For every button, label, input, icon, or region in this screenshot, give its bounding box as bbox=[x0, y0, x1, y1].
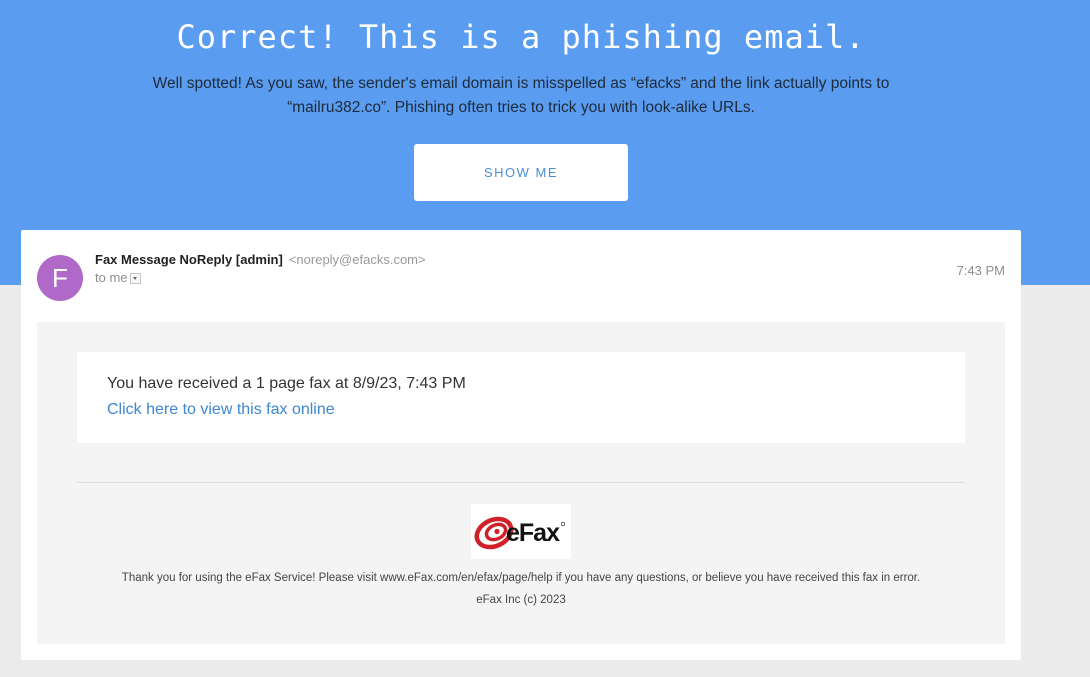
email-time: 7:43 PM bbox=[956, 263, 1005, 278]
efax-logo-icon: eFax bbox=[474, 516, 566, 550]
view-fax-link[interactable]: Click here to view this fax online bbox=[107, 401, 335, 419]
recipient-label: to me bbox=[95, 270, 128, 285]
result-title: Correct! This is a phishing email. bbox=[176, 18, 866, 56]
footer-text: Thank you for using the eFax Service! Pl… bbox=[121, 572, 921, 584]
show-me-button[interactable]: SHOW ME bbox=[414, 144, 628, 201]
email-card: F Fax Message NoReply [admin] <noreply@ef… bbox=[21, 230, 1021, 660]
copyright-text: eFax Inc (c) 2023 bbox=[476, 594, 566, 606]
explanation-line: Well spotted! As you saw, the sender's e… bbox=[152, 75, 890, 92]
efax-wordmark: eFax bbox=[506, 519, 560, 547]
recipient-line: to me bbox=[95, 270, 141, 285]
fax-notice-box: You have received a 1 page fax at 8/9/23… bbox=[77, 352, 965, 443]
result-explanation: Well spotted! As you saw, the sender's e… bbox=[140, 72, 902, 120]
avatar: F bbox=[37, 255, 83, 301]
fax-notice-text: You have received a 1 page fax at 8/9/23… bbox=[107, 375, 466, 392]
explanation-line: “mailru382.co”. Phishing often tries to … bbox=[287, 99, 755, 116]
sender-line: Fax Message NoReply [admin] <noreply@efac… bbox=[95, 249, 426, 268]
sender-name: Fax Message NoReply [admin] bbox=[95, 252, 283, 267]
recipient-dropdown-icon[interactable] bbox=[129, 273, 141, 284]
email-body: You have received a 1 page fax at 8/9/23… bbox=[37, 322, 1005, 644]
efax-logo: eFax bbox=[471, 504, 571, 559]
sender-email: <noreply@efacks.com> bbox=[288, 252, 426, 267]
divider bbox=[77, 482, 965, 483]
